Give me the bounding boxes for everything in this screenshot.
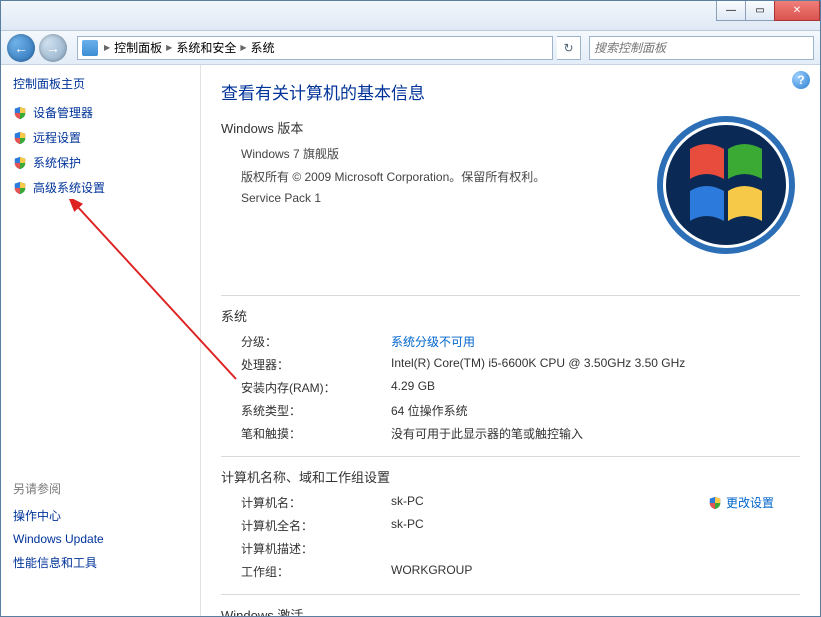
shield-icon <box>13 106 27 120</box>
sidebar-title: 控制面板主页 <box>13 75 188 92</box>
separator <box>221 456 800 457</box>
close-button[interactable]: ✕ <box>774 1 820 21</box>
shield-icon <box>708 496 722 510</box>
ram-key: 安装内存(RAM)： <box>241 379 391 396</box>
systype-key: 系统类型： <box>241 402 391 419</box>
breadcrumb-item[interactable]: 系统和安全 <box>174 39 238 56</box>
titlebar: — ▭ ✕ <box>1 1 820 31</box>
rating-value[interactable]: 系统分级不可用 <box>391 333 475 350</box>
workgroup-key: 工作组： <box>241 563 391 580</box>
computer-fullname-key: 计算机全名： <box>241 517 391 534</box>
sidebar-item-label: Windows Update <box>13 532 104 546</box>
pen-value: 没有可用于此显示器的笔或触控输入 <box>391 425 583 442</box>
sidebar-item-label: 操作中心 <box>13 507 61 524</box>
shield-icon <box>13 156 27 170</box>
minimize-button[interactable]: — <box>716 1 746 21</box>
maximize-button[interactable]: ▭ <box>745 1 775 21</box>
sidebar-item-label: 系统保护 <box>33 154 81 171</box>
ram-value: 4.29 GB <box>391 379 435 396</box>
cpu-key: 处理器： <box>241 356 391 373</box>
page-title: 查看有关计算机的基本信息 <box>221 79 800 104</box>
navbar: ← → ▶ 控制面板 ▶ 系统和安全 ▶ 系统 ↻ <box>1 31 820 65</box>
system-label: 系统 <box>221 306 800 325</box>
control-panel-icon <box>82 40 98 56</box>
shield-icon <box>13 181 27 195</box>
computer-name-label: 计算机名称、域和工作组设置 <box>221 467 800 486</box>
body: 控制面板主页 设备管理器 远程设置 系统保护 高级系统设置 另请参阅 操作中心 … <box>1 65 820 616</box>
address-bar[interactable]: ▶ 控制面板 ▶ 系统和安全 ▶ 系统 <box>77 36 553 60</box>
sidebar-item-system-protection[interactable]: 系统保护 <box>13 150 188 175</box>
separator <box>221 295 800 296</box>
breadcrumb-sep-icon: ▶ <box>164 43 174 52</box>
see-also-performance[interactable]: 性能信息和工具 <box>13 550 188 575</box>
sidebar: 控制面板主页 设备管理器 远程设置 系统保护 高级系统设置 另请参阅 操作中心 … <box>1 65 201 616</box>
main-content: ? 查看有关计算机的基本信息 Windows 版本 Windows 7 旗舰版 … <box>201 65 820 616</box>
window: — ▭ ✕ ← → ▶ 控制面板 ▶ 系统和安全 ▶ 系统 ↻ 控制面板主页 设… <box>0 0 821 617</box>
sidebar-item-label: 设备管理器 <box>33 104 93 121</box>
windows-logo-icon <box>656 115 796 255</box>
sidebar-item-advanced-settings[interactable]: 高级系统设置 <box>13 175 188 200</box>
separator <box>221 594 800 595</box>
pen-key: 笔和触摸： <box>241 425 391 442</box>
activation-label: Windows 激活 <box>221 605 800 616</box>
see-also-action-center[interactable]: 操作中心 <box>13 503 188 528</box>
sidebar-item-label: 远程设置 <box>33 129 81 146</box>
search-box[interactable] <box>589 36 814 60</box>
window-buttons: — ▭ ✕ <box>717 1 820 21</box>
computer-desc-key: 计算机描述： <box>241 540 391 557</box>
sidebar-item-remote-settings[interactable]: 远程设置 <box>13 125 188 150</box>
breadcrumb-item[interactable]: 系统 <box>249 39 277 56</box>
see-also-title: 另请参阅 <box>13 480 188 497</box>
shield-icon <box>13 131 27 145</box>
sidebar-item-device-manager[interactable]: 设备管理器 <box>13 100 188 125</box>
computer-fullname-value: sk-PC <box>391 517 424 534</box>
breadcrumb-sep-icon: ▶ <box>238 43 248 52</box>
change-settings-label: 更改设置 <box>726 494 774 511</box>
help-icon[interactable]: ? <box>792 71 810 89</box>
systype-value: 64 位操作系统 <box>391 402 468 419</box>
cpu-value: Intel(R) Core(TM) i5-6600K CPU @ 3.50GHz… <box>391 356 685 373</box>
sidebar-item-label: 性能信息和工具 <box>13 554 97 571</box>
workgroup-value: WORKGROUP <box>391 563 472 580</box>
rating-key: 分级： <box>241 333 391 350</box>
computer-name-value: sk-PC <box>391 494 424 511</box>
change-settings-link[interactable]: 更改设置 <box>708 494 774 511</box>
see-also-windows-update[interactable]: Windows Update <box>13 528 188 550</box>
refresh-button[interactable]: ↻ <box>557 36 581 60</box>
search-input[interactable] <box>594 41 809 55</box>
nav-back-button[interactable]: ← <box>7 34 35 62</box>
nav-forward-button[interactable]: → <box>39 34 67 62</box>
breadcrumb-sep-icon: ▶ <box>102 43 112 52</box>
sidebar-item-label: 高级系统设置 <box>33 179 105 196</box>
breadcrumb-item[interactable]: 控制面板 <box>112 39 164 56</box>
computer-name-key: 计算机名： <box>241 494 391 511</box>
